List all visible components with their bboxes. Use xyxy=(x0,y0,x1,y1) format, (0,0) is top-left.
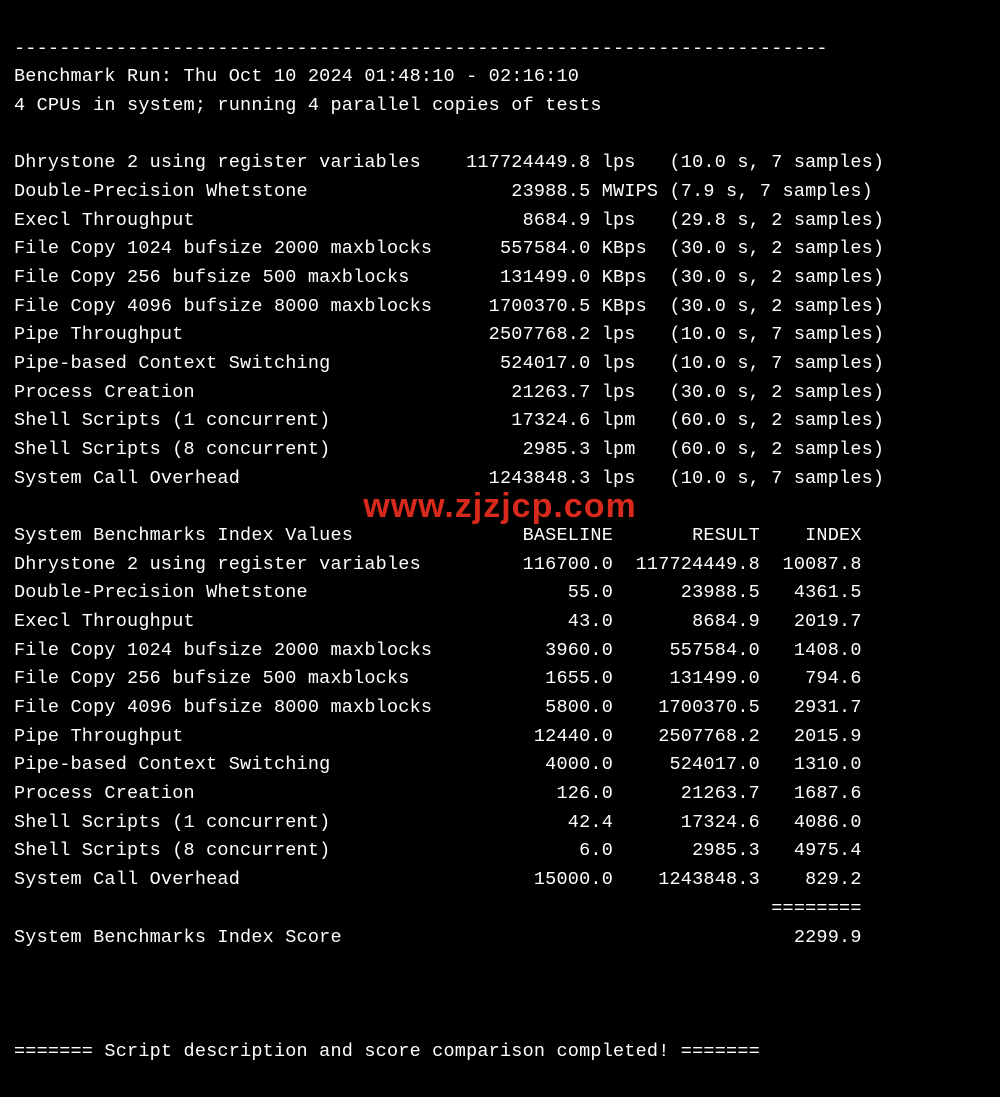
score-line: System Benchmarks Index Score 2299.9 xyxy=(14,927,862,948)
benchmark-run-line: Benchmark Run: Thu Oct 10 2024 01:48:10 … xyxy=(14,66,579,87)
cpu-info-line: 4 CPUs in system; running 4 parallel cop… xyxy=(14,95,602,116)
separator-line: ----------------------------------------… xyxy=(14,38,828,59)
index-header-line: System Benchmarks Index Values BASELINE … xyxy=(14,525,862,546)
tests-block: Dhrystone 2 using register variables 117… xyxy=(14,152,884,488)
score-rule: ======== xyxy=(14,898,862,919)
index-block: Dhrystone 2 using register variables 116… xyxy=(14,554,862,890)
footer-line: ======= Script description and score com… xyxy=(14,1041,760,1062)
terminal-output: ----------------------------------------… xyxy=(0,0,1000,1097)
